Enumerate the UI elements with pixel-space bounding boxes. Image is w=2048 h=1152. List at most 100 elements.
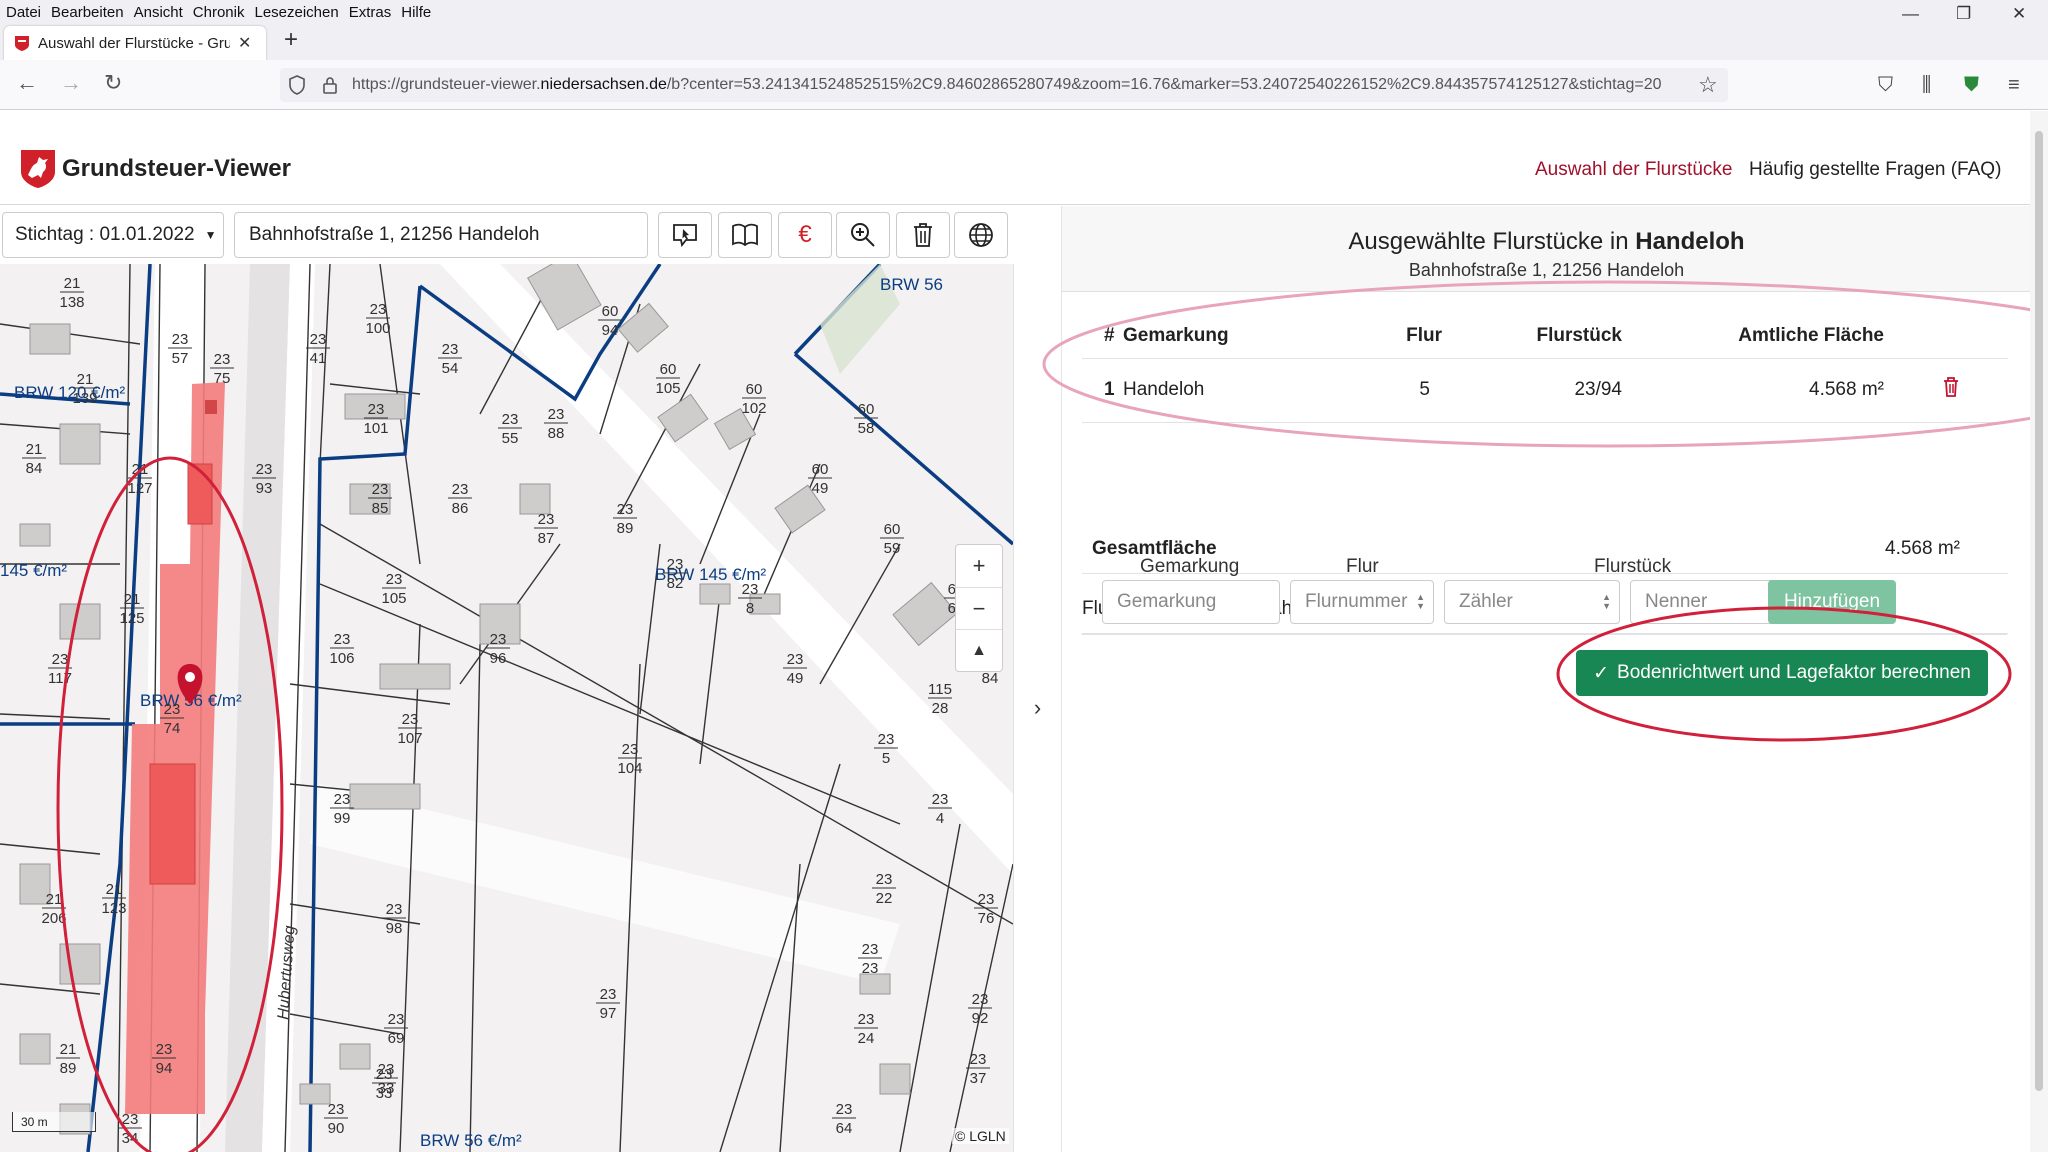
map-canvas[interactable]: Hubertusweg BRW 56 BRW 120 €/m² 145 €/m²…: [0, 264, 1013, 1152]
parcel-label: 2354: [438, 341, 462, 377]
parcel-label: 21123: [101, 881, 126, 917]
address-search-input[interactable]: Bahnhofstraße 1, 21256 Handeloh: [234, 212, 648, 258]
parcel-label: 6059: [880, 521, 904, 557]
parcel-label-top: 60: [884, 521, 901, 538]
navigation-bar: ← → ↻ https://grundsteuer-viewer. nieders…: [0, 60, 2048, 110]
lock-icon[interactable]: [322, 75, 338, 95]
euro-icon: €: [798, 221, 812, 248]
parcel-label-bottom: 76: [978, 910, 995, 927]
stepper-icon[interactable]: ▲▼: [1602, 593, 1611, 611]
menu-ansicht[interactable]: Ansicht: [134, 4, 183, 21]
tab-active[interactable]: Auswahl der Flurstücke - Grund ✕: [4, 26, 266, 60]
nav-link-selection[interactable]: Auswahl der Flurstücke: [1535, 159, 1732, 181]
open-book-button[interactable]: [718, 212, 772, 258]
parcel-label: 2349: [783, 651, 807, 687]
compass-icon[interactable]: ▲: [956, 629, 1002, 671]
add-parcel-button[interactable]: Hinzufügen: [1768, 580, 1896, 624]
flur-input[interactable]: Flurnummer ▲ ▼: [1290, 580, 1434, 624]
parcel-label-top: 23: [370, 301, 387, 318]
pocket-icon[interactable]: ⛉: [1878, 74, 1893, 97]
table-row[interactable]: 1 Handeloh 5 23/94 4.568 m²: [1082, 358, 2008, 423]
stichtag-value: Stichtag : 01.01.2022: [15, 224, 195, 245]
library-icon[interactable]: ⫼: [1922, 74, 1931, 97]
parcel-label-top: 23: [502, 411, 519, 428]
menu-extras[interactable]: Extras: [349, 4, 392, 21]
collapse-panel-button[interactable]: ›: [1013, 264, 1061, 1152]
zoom-out-button[interactable]: −: [956, 587, 1002, 629]
zoom-in-button[interactable]: +: [956, 545, 1002, 587]
hamburger-menu-icon[interactable]: ≡: [2008, 74, 2020, 97]
parcel-label-top: 23: [878, 731, 895, 748]
zaehler-input[interactable]: Zähler ▲ ▼: [1444, 580, 1620, 624]
url-bar[interactable]: https://grundsteuer-viewer. niedersachsen…: [280, 68, 1728, 102]
parcel-label-top: 23: [836, 1101, 853, 1118]
bookmark-star-icon[interactable]: ☆: [1698, 72, 1718, 98]
selected-small-building: [205, 400, 217, 414]
parcel-label-top: 60: [660, 361, 677, 378]
side-road: [310, 784, 900, 984]
parcel-label-top: 23: [452, 481, 469, 498]
menu-hilfe[interactable]: Hilfe: [401, 4, 431, 21]
delete-selection-button[interactable]: [896, 212, 950, 258]
menu-datei[interactable]: Datei: [6, 4, 41, 21]
brw-label: BRW 56: [880, 275, 943, 294]
menu-chronik[interactable]: Chronik: [193, 4, 245, 21]
parcel-label-bottom: 94: [602, 322, 619, 339]
zoom-search-button[interactable]: [836, 212, 890, 258]
gemarkung-input[interactable]: Gemarkung: [1102, 580, 1280, 624]
parcel-label: 6094: [598, 303, 622, 339]
menu-lesezeichen[interactable]: Lesezeichen: [254, 4, 338, 21]
close-window-icon[interactable]: ✕: [2012, 4, 2026, 24]
parcel-label-bottom: 117: [48, 670, 72, 687]
parcel-label: 2392: [968, 991, 992, 1027]
tab-close-icon[interactable]: ✕: [238, 33, 251, 53]
back-icon[interactable]: ←: [16, 70, 38, 96]
parcel-label: 2334: [118, 1111, 142, 1147]
trash-icon[interactable]: [1942, 376, 1960, 398]
reload-icon[interactable]: ↻: [104, 70, 122, 96]
forward-icon[interactable]: →: [60, 70, 82, 96]
flur-placeholder: Flurnummer: [1305, 591, 1408, 612]
parcel-label-bottom: 105: [655, 380, 680, 397]
parcel-label-top: 23: [858, 1011, 875, 1028]
parcel-label-bottom: 8: [746, 600, 754, 617]
parcel-label-bottom: 102: [741, 400, 766, 417]
nav-link-faq[interactable]: Häufig gestellte Fragen (FAQ): [1749, 159, 2001, 181]
calculate-button[interactable]: ✓ Bodenrichtwert und Lagefaktor berechne…: [1576, 650, 1988, 696]
parcel-label-bottom: 90: [328, 1120, 345, 1137]
magnifier-plus-icon: [851, 223, 875, 247]
parcel-label-bottom: 93: [256, 480, 273, 497]
row-delete-cell: [1892, 358, 2008, 423]
row-gemarkung: Handeloh: [1122, 358, 1352, 423]
stepper-icon[interactable]: ▲▼: [1416, 593, 1425, 611]
page-scrollbar[interactable]: [2030, 111, 2048, 1152]
new-tab-icon[interactable]: +: [284, 26, 298, 54]
globe-button[interactable]: [954, 212, 1008, 258]
cadastral-map[interactable]: Hubertusweg BRW 56 BRW 120 €/m² 145 €/m²…: [0, 264, 1013, 1152]
parcel-label: 2388: [544, 406, 568, 442]
select-parcel-button[interactable]: [658, 212, 712, 258]
shield-icon[interactable]: [288, 75, 306, 95]
parcel-label-bottom: 106: [329, 650, 354, 667]
extension-icon[interactable]: ⛊: [1964, 74, 1979, 97]
parcel-label-bottom: 92: [972, 1010, 989, 1027]
brw-label: 145 €/m²: [0, 561, 67, 580]
trash-icon: [914, 223, 932, 247]
scale-bar: 30 m: [12, 1112, 96, 1132]
col-flur: Flur: [1352, 314, 1472, 359]
parcel-label-bottom: 54: [442, 360, 459, 377]
total-value: 4.568 m²: [1885, 538, 1960, 559]
stichtag-dropdown[interactable]: Stichtag : 01.01.2022 ▼: [2, 212, 224, 258]
parcel-label-top: 60: [602, 303, 619, 320]
scrollbar-thumb[interactable]: [2035, 131, 2043, 1091]
menu-bearbeiten[interactable]: Bearbeiten: [51, 4, 124, 21]
parcel-label-top: 60: [812, 461, 829, 478]
parcel-label-top: 21: [46, 891, 63, 908]
parcel-label-top: 23: [538, 511, 555, 528]
parcel-label-top: 21: [26, 441, 43, 458]
parcel-label-bottom: 101: [363, 420, 388, 437]
restore-icon[interactable]: ❐: [1956, 4, 1971, 24]
parcel-label: 23105: [381, 571, 406, 607]
minimize-icon[interactable]: —: [1902, 4, 1919, 24]
euro-button[interactable]: €: [778, 212, 832, 258]
